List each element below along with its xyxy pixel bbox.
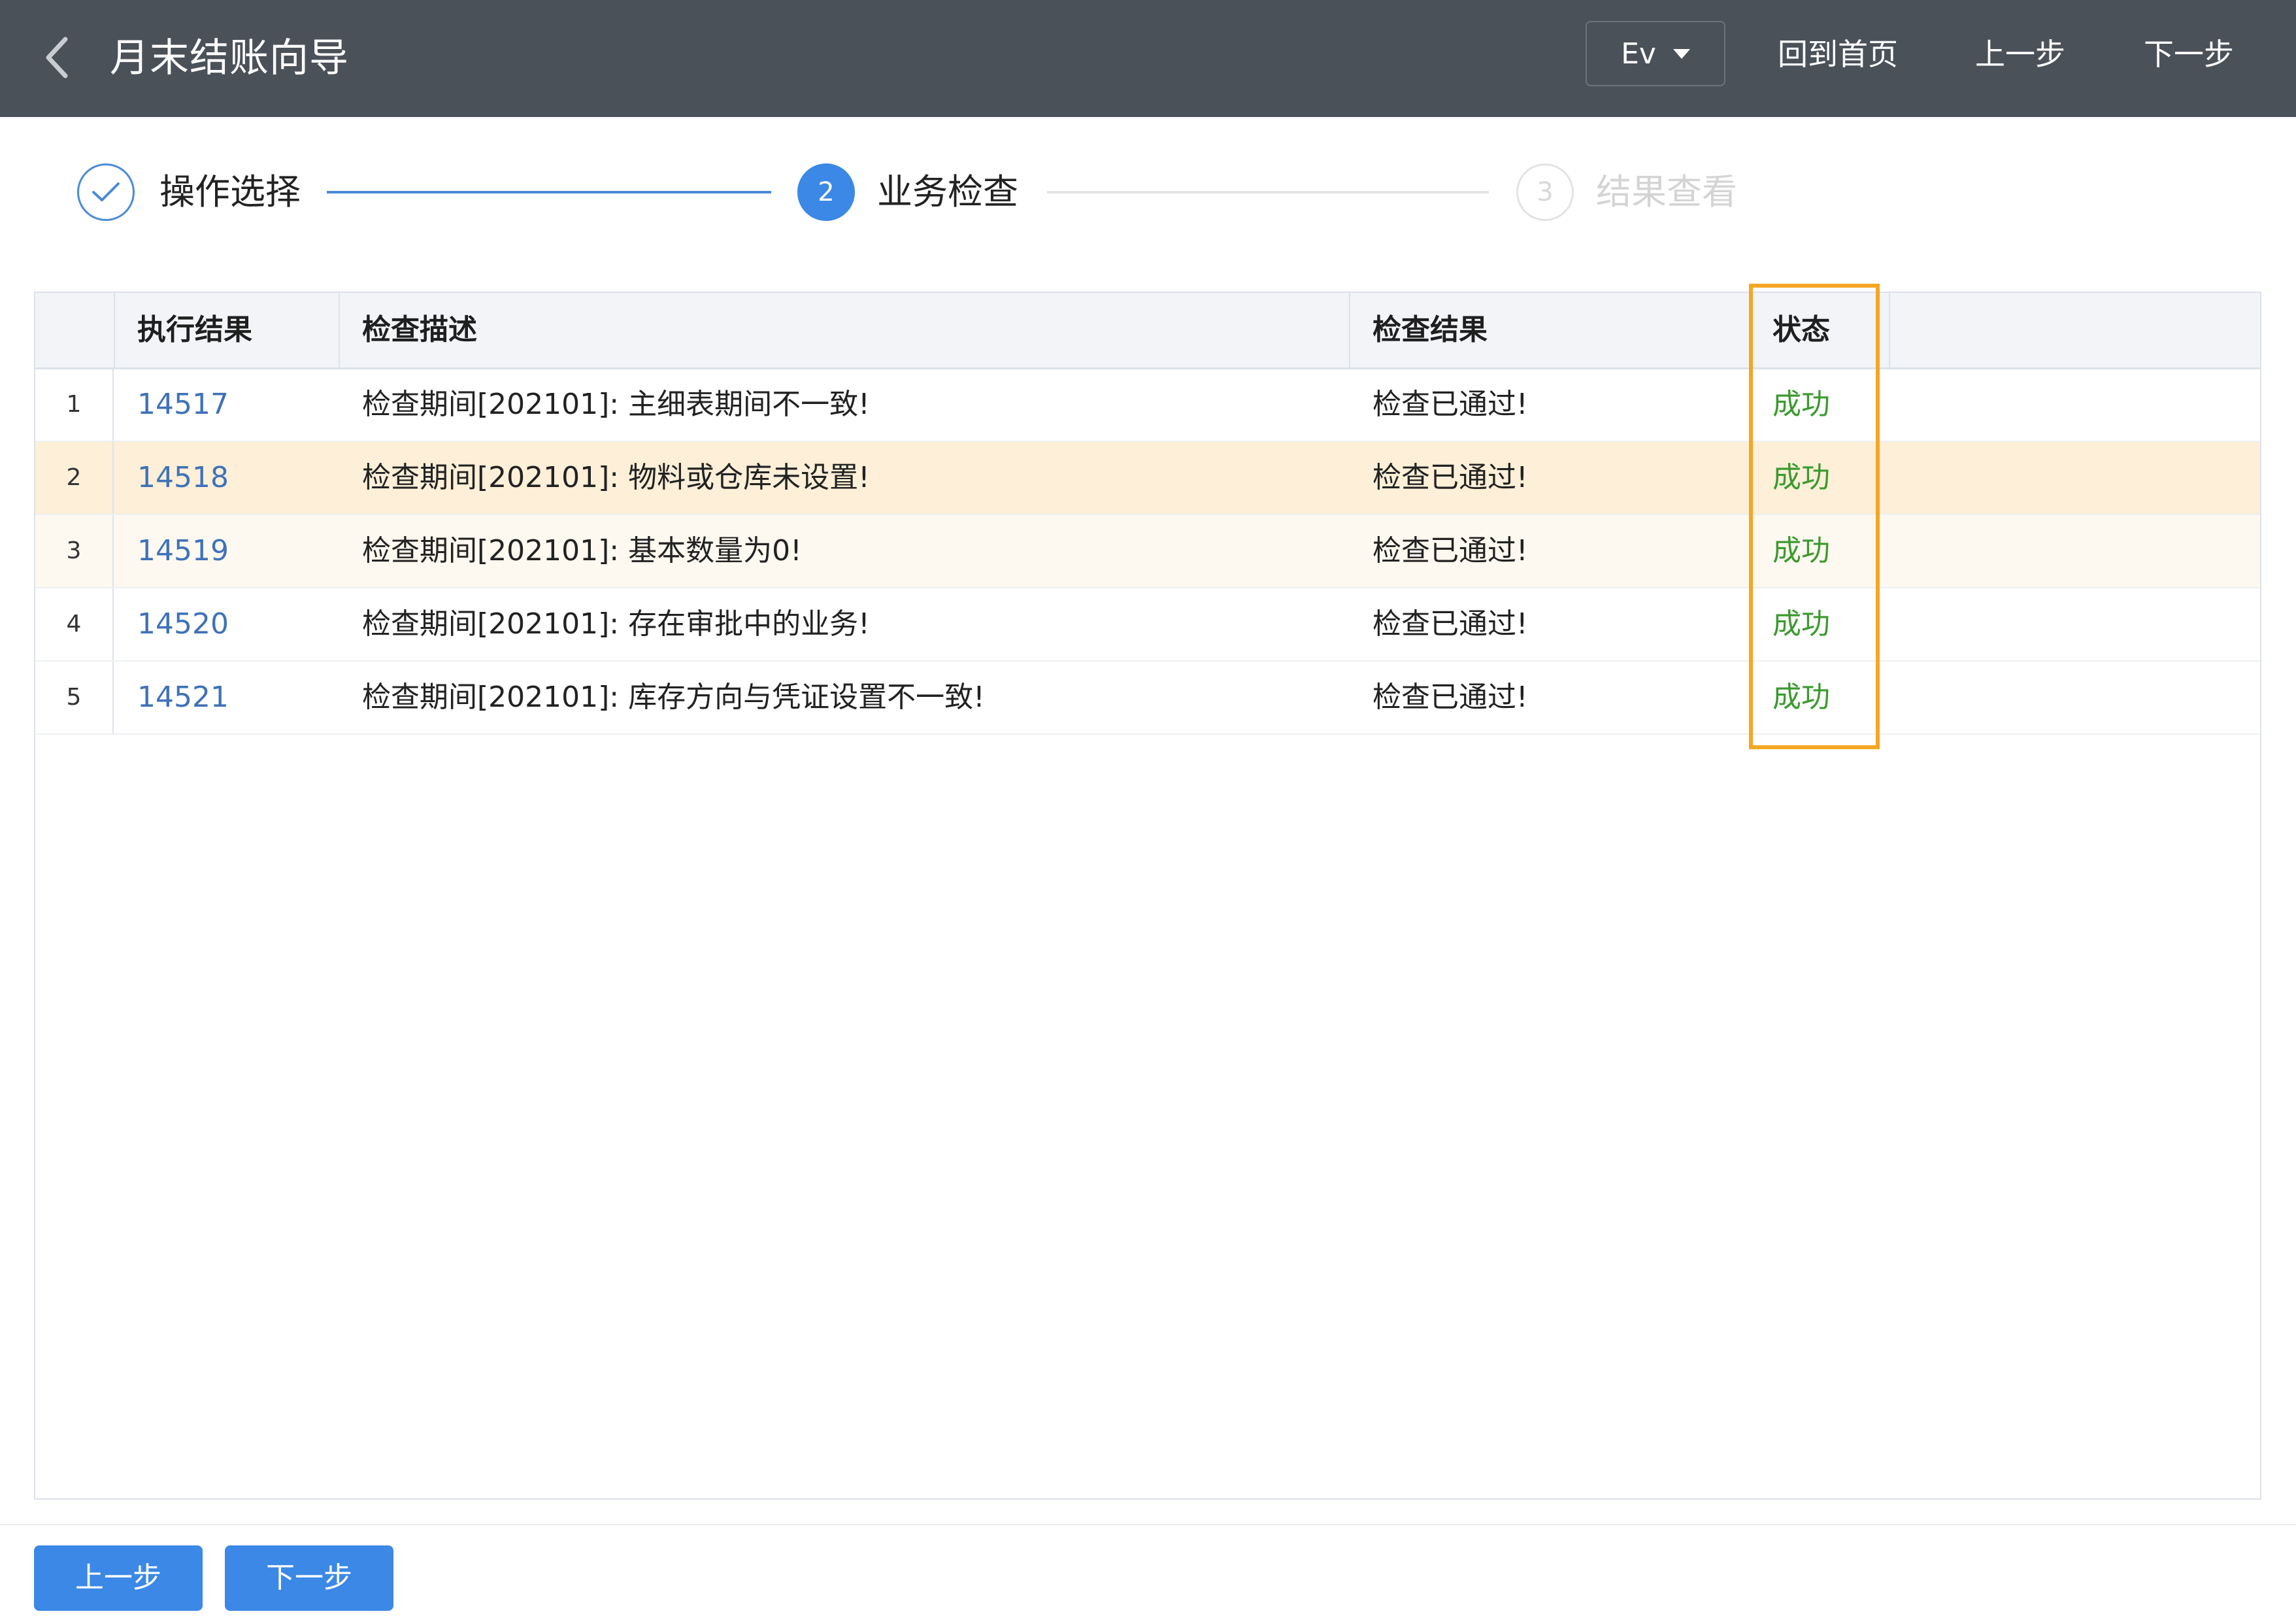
home-link[interactable]: 回到首页: [1778, 0, 1898, 109]
step-connector-1: [327, 191, 771, 194]
check-description: 检查期间[202101]: 库存方向与凭证设置不一致!: [362, 681, 985, 714]
prev-step-link[interactable]: 上一步: [1975, 0, 2065, 109]
status-text: 成功: [1772, 388, 1830, 421]
check-description: 检查期间[202101]: 基本数量为0!: [362, 534, 802, 567]
check-result: 检查已通过!: [1373, 607, 1528, 641]
exec-result-link[interactable]: 14518: [137, 461, 229, 494]
check-description: 检查期间[202101]: 物料或仓库未设置!: [362, 461, 870, 494]
top-bar: 月末结账向导 Ev 回到首页 上一步 下一步: [0, 0, 2296, 117]
check-result: 检查已通过!: [1373, 681, 1528, 714]
footer-divider: [0, 1524, 2296, 1525]
next-step-link[interactable]: 下一步: [2144, 0, 2234, 109]
select-value: Ev: [1621, 37, 1656, 71]
column-header-status[interactable]: 状态: [1750, 293, 1890, 367]
check-results-grid: 执行结果 检查描述 检查结果 状态 1 14517 检查期间[202101]: …: [34, 292, 2261, 1500]
row-number: 2: [35, 442, 114, 514]
exec-result-link[interactable]: 14520: [137, 607, 229, 641]
page-title: 月末结账向导: [110, 35, 349, 81]
exec-result-link[interactable]: 14521: [137, 681, 229, 714]
table-row[interactable]: 4 14520 检查期间[202101]: 存在审批中的业务! 检查已通过! 成…: [35, 588, 2260, 662]
check-description: 检查期间[202101]: 存在审批中的业务!: [362, 607, 870, 641]
table-row[interactable]: 1 14517 检查期间[202101]: 主细表期间不一致! 检查已通过! 成…: [35, 369, 2260, 442]
caret-down-icon: [1672, 48, 1690, 59]
status-text: 成功: [1772, 681, 1830, 714]
table-row[interactable]: 3 14519 检查期间[202101]: 基本数量为0! 检查已通过! 成功: [35, 515, 2260, 588]
row-number-header: [35, 293, 115, 367]
step-3-label: 结果查看: [1596, 171, 1737, 212]
check-icon: [92, 182, 120, 201]
exec-result-link[interactable]: 14517: [137, 388, 229, 421]
step-3-indicator: 3: [1516, 163, 1574, 221]
account-set-select[interactable]: Ev: [1586, 21, 1725, 86]
check-description: 检查期间[202101]: 主细表期间不一致!: [362, 388, 870, 421]
step-connector-2: [1047, 191, 1489, 194]
check-result: 检查已通过!: [1373, 388, 1528, 421]
step-2-label: 业务检查: [877, 171, 1018, 212]
exec-result-link[interactable]: 14519: [137, 534, 229, 567]
step-1-label: 操作选择: [159, 171, 301, 212]
step-1-indicator: [77, 163, 135, 221]
next-step-button[interactable]: 下一步: [225, 1545, 393, 1611]
column-header-description[interactable]: 检查描述: [340, 293, 1350, 367]
row-number: 5: [35, 662, 114, 733]
step-2-indicator: 2: [797, 163, 855, 221]
check-result: 检查已通过!: [1373, 461, 1528, 494]
row-number: 3: [35, 515, 114, 587]
check-result: 检查已通过!: [1373, 534, 1528, 567]
row-number: 4: [35, 588, 114, 660]
back-button[interactable]: [41, 34, 75, 81]
status-text: 成功: [1772, 461, 1830, 494]
table-row[interactable]: 2 14518 检查期间[202101]: 物料或仓库未设置! 检查已通过! 成…: [35, 442, 2260, 515]
column-header-check-result[interactable]: 检查结果: [1350, 293, 1750, 367]
status-text: 成功: [1772, 534, 1830, 567]
table-row[interactable]: 5 14521 检查期间[202101]: 库存方向与凭证设置不一致! 检查已通…: [35, 662, 2260, 735]
row-number: 1: [35, 369, 114, 441]
grid-header: 执行结果 检查描述 检查结果 状态: [35, 293, 2260, 369]
status-text: 成功: [1772, 607, 1830, 641]
chevron-left-icon: [46, 37, 68, 78]
column-header-exec-result[interactable]: 执行结果: [115, 293, 340, 367]
prev-step-button[interactable]: 上一步: [34, 1545, 203, 1611]
